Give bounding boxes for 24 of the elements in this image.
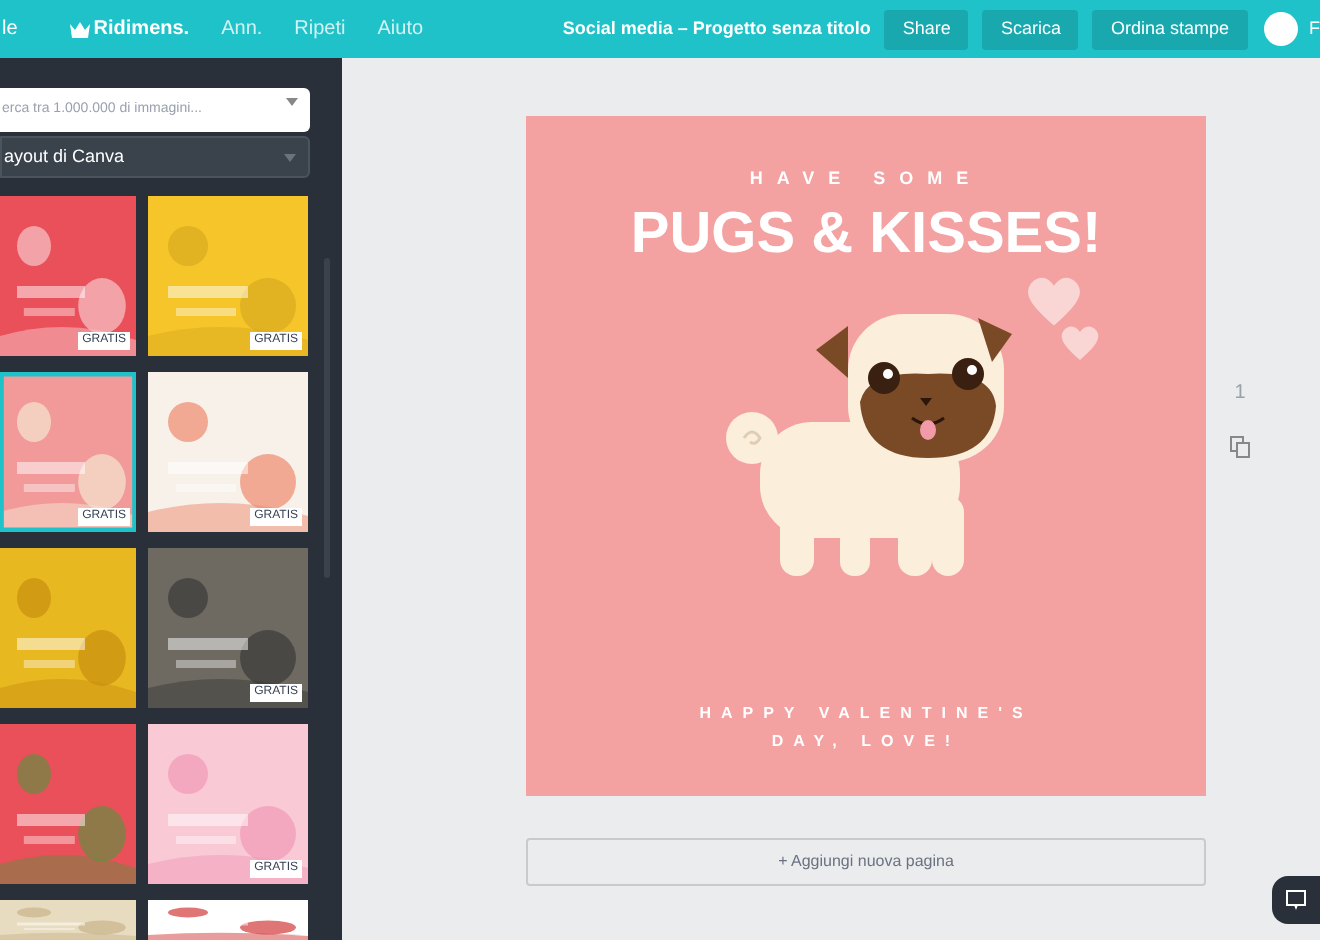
menu-item[interactable]: Aiuto: [377, 14, 424, 44]
design-headline: PUGS & KISSES!: [630, 201, 1102, 265]
design-footer-text: DAY, LOVE!: [771, 730, 961, 754]
crown-icon: [69, 21, 90, 37]
menu-item[interactable]: Ripeti: [294, 14, 346, 44]
toolbar-button[interactable]: Ordina stampe: [1092, 9, 1247, 49]
chat-button[interactable]: [1272, 876, 1320, 924]
layout-dropdown[interactable]: ayout di Canva: [0, 136, 310, 178]
menu-item[interactable]: le: [2, 14, 18, 44]
menu-item[interactable]: Ann.: [221, 14, 263, 44]
project-title: Social media – Progetto senza titolo: [562, 15, 871, 42]
menu-item[interactable]: Ridimens.: [69, 14, 190, 44]
add-page-button[interactable]: + Aggiungi nuova pagina: [526, 838, 1206, 886]
toolbar-button[interactable]: Scarica: [982, 9, 1079, 49]
chat-icon: [1286, 890, 1306, 910]
caret-icon: [284, 153, 296, 161]
copy-icon[interactable]: [1230, 436, 1250, 458]
design-footer-text: HAPPY VALENTINE'S: [699, 702, 1033, 726]
design-kicker: HAVE SOME: [749, 166, 983, 192]
page-number: 1: [1234, 380, 1246, 408]
avatar[interactable]: [1263, 12, 1297, 46]
toolbar-button[interactable]: Share: [884, 9, 969, 49]
caret-icon: [286, 98, 298, 106]
user-name[interactable]: F: [1309, 15, 1320, 43]
